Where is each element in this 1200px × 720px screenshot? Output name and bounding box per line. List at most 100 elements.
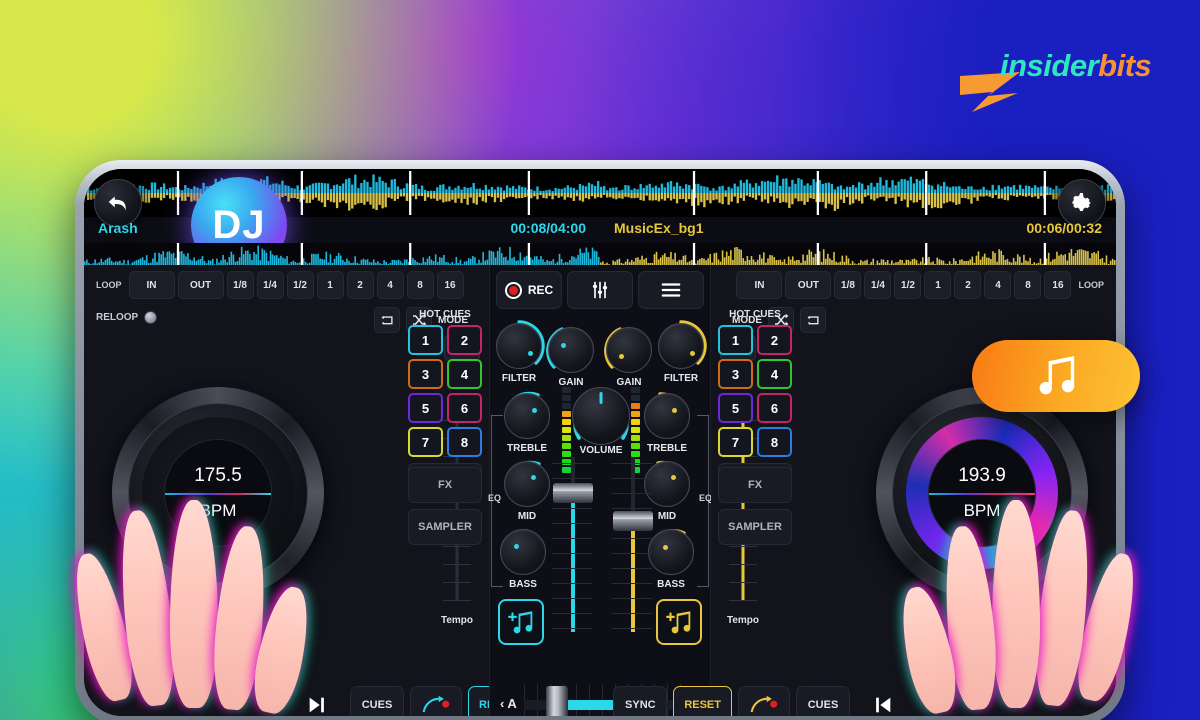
hot-cues-title-a: HOT CUES bbox=[419, 309, 471, 320]
hot-cue-1[interactable]: 1 bbox=[718, 325, 753, 355]
loop-button-16[interactable]: 16 bbox=[1044, 271, 1072, 299]
record-label: REC bbox=[527, 283, 554, 297]
filter-knob-a[interactable] bbox=[496, 320, 545, 369]
loop-record-icon bbox=[422, 695, 450, 713]
music-library-fab[interactable] bbox=[972, 340, 1140, 412]
record-button[interactable]: REC bbox=[496, 271, 562, 309]
reloop-led bbox=[144, 311, 158, 324]
loop-button-2[interactable]: 2 bbox=[954, 271, 982, 299]
loop-button-4[interactable]: 4 bbox=[984, 271, 1012, 299]
waveform-deck-b[interactable] bbox=[600, 169, 1116, 217]
cues-button-a[interactable]: CUES bbox=[350, 686, 404, 716]
loop-button-1[interactable]: 1 bbox=[924, 271, 952, 299]
gain-b-body bbox=[606, 327, 652, 373]
menu-button[interactable] bbox=[638, 271, 704, 309]
hot-cue-2[interactable]: 2 bbox=[447, 325, 482, 355]
loop-button-out[interactable]: OUT bbox=[177, 271, 224, 299]
hot-cue-1[interactable]: 1 bbox=[408, 325, 443, 355]
hot-cue-4[interactable]: 4 bbox=[757, 359, 792, 389]
loop-button-1-4[interactable]: 1/4 bbox=[256, 271, 284, 299]
fader-b-cap[interactable] bbox=[613, 511, 653, 531]
hot-cue-3[interactable]: 3 bbox=[408, 359, 443, 389]
cues-button-b[interactable]: CUES bbox=[796, 686, 850, 716]
add-music-button-b[interactable] bbox=[656, 599, 702, 645]
loop-row-a: LOOP IN OUT 1/8 1/4 1/2 1 2 4 8 16 bbox=[92, 271, 464, 299]
gain-knob-a[interactable] bbox=[546, 327, 594, 373]
bpm-display-b: 193.9 BPM bbox=[928, 439, 1036, 547]
jog-wheel-a[interactable]: 175.5 BPM bbox=[112, 387, 324, 599]
loop-button-1-8[interactable]: 1/8 bbox=[834, 271, 862, 299]
hot-cue-2[interactable]: 2 bbox=[757, 325, 792, 355]
bass-knob-a[interactable] bbox=[500, 529, 546, 575]
bass-a-body bbox=[500, 529, 546, 575]
loop-button-8[interactable]: 8 bbox=[406, 271, 434, 299]
reloop-control-a[interactable]: RELOOP bbox=[96, 311, 158, 324]
loop-button-8[interactable]: 8 bbox=[1014, 271, 1042, 299]
eq-settings-button[interactable] bbox=[567, 271, 633, 309]
loop-button-4[interactable]: 4 bbox=[376, 271, 404, 299]
track-time-a: 00:08/04:00 bbox=[510, 220, 586, 236]
hot-cue-5[interactable]: 5 bbox=[408, 393, 443, 423]
hot-cue-8[interactable]: 8 bbox=[447, 427, 482, 457]
treble-knob-a[interactable] bbox=[504, 391, 550, 439]
bass-b-body bbox=[648, 529, 694, 575]
mini-waveform-b[interactable] bbox=[600, 243, 1116, 265]
hot-cue-6[interactable]: 6 bbox=[757, 393, 792, 423]
filter-knob-b[interactable] bbox=[658, 320, 707, 369]
insiderbits-logo: insiderbits bbox=[958, 24, 1158, 112]
channel-fader-b[interactable] bbox=[612, 457, 654, 632]
hot-cue-7[interactable]: 7 bbox=[408, 427, 443, 457]
jog-wheel-b[interactable]: 193.9 BPM bbox=[876, 387, 1088, 599]
channel-fader-a[interactable] bbox=[552, 457, 594, 632]
repeat-button-a[interactable] bbox=[374, 307, 400, 333]
treble-knob-b[interactable] bbox=[644, 392, 690, 439]
hot-cue-4[interactable]: 4 bbox=[447, 359, 482, 389]
hot-cue-7[interactable]: 7 bbox=[718, 427, 753, 457]
loop-button-out[interactable]: OUT bbox=[785, 271, 832, 299]
sync-button-b[interactable]: SYNC bbox=[613, 686, 668, 716]
skip-back-button-b[interactable] bbox=[856, 686, 910, 716]
loop-button-16[interactable]: 16 bbox=[436, 271, 464, 299]
loop-button-1-2[interactable]: 1/2 bbox=[286, 271, 314, 299]
add-music-button-a[interactable] bbox=[498, 599, 544, 645]
fader-a-cap[interactable] bbox=[553, 483, 593, 503]
loop-record-button-a[interactable] bbox=[410, 686, 462, 716]
volume-knob[interactable] bbox=[572, 387, 630, 445]
waveform-deck-a[interactable] bbox=[84, 169, 600, 217]
loop-button-2[interactable]: 2 bbox=[346, 271, 374, 299]
loop-record-button-b[interactable] bbox=[738, 686, 790, 716]
skip-forward-button-a[interactable] bbox=[290, 686, 344, 716]
mini-waveform-a[interactable] bbox=[84, 243, 600, 265]
hot-cue-6[interactable]: 6 bbox=[447, 393, 482, 423]
repeat-button-b[interactable] bbox=[800, 307, 826, 333]
reset-button-b[interactable]: RESET bbox=[673, 686, 732, 716]
treble-b-body bbox=[644, 393, 690, 439]
logo-text-insider: insider bbox=[1000, 48, 1099, 83]
transport-row-b: SYNC RESET CUES bbox=[613, 686, 910, 716]
crossfader-cap[interactable] bbox=[546, 686, 568, 716]
track-info-deck-b: MusicEx_bg1 00:06/00:32 bbox=[600, 217, 1116, 243]
mid-knob-a[interactable] bbox=[504, 460, 550, 507]
sampler-button-a[interactable]: SAMPLER bbox=[408, 509, 482, 545]
loop-button-in[interactable]: IN bbox=[128, 271, 175, 299]
sampler-button-b[interactable]: SAMPLER bbox=[718, 509, 792, 545]
loop-button-1-4[interactable]: 1/4 bbox=[864, 271, 892, 299]
filter-b-body bbox=[658, 323, 704, 369]
waveform-a-bottom bbox=[84, 193, 600, 215]
track-name-a: Arash bbox=[98, 220, 138, 236]
waveform-b-top bbox=[600, 171, 1116, 193]
loop-button-1-2[interactable]: 1/2 bbox=[894, 271, 922, 299]
bass-knob-b[interactable] bbox=[648, 529, 694, 575]
loop-button-1[interactable]: 1 bbox=[316, 271, 344, 299]
fx-button-a[interactable]: FX bbox=[408, 467, 482, 503]
loop-button-1-8[interactable]: 1/8 bbox=[226, 271, 254, 299]
hot-cue-8[interactable]: 8 bbox=[757, 427, 792, 457]
fx-button-b[interactable]: FX bbox=[718, 467, 792, 503]
repeat-icon bbox=[381, 315, 393, 324]
hot-cue-3[interactable]: 3 bbox=[718, 359, 753, 389]
fx-column-b: FX SAMPLER bbox=[718, 461, 792, 545]
gain-knob-b[interactable] bbox=[604, 327, 652, 373]
volume-label: VOLUME bbox=[579, 445, 623, 456]
loop-button-in[interactable]: IN bbox=[736, 271, 783, 299]
hot-cue-5[interactable]: 5 bbox=[718, 393, 753, 423]
